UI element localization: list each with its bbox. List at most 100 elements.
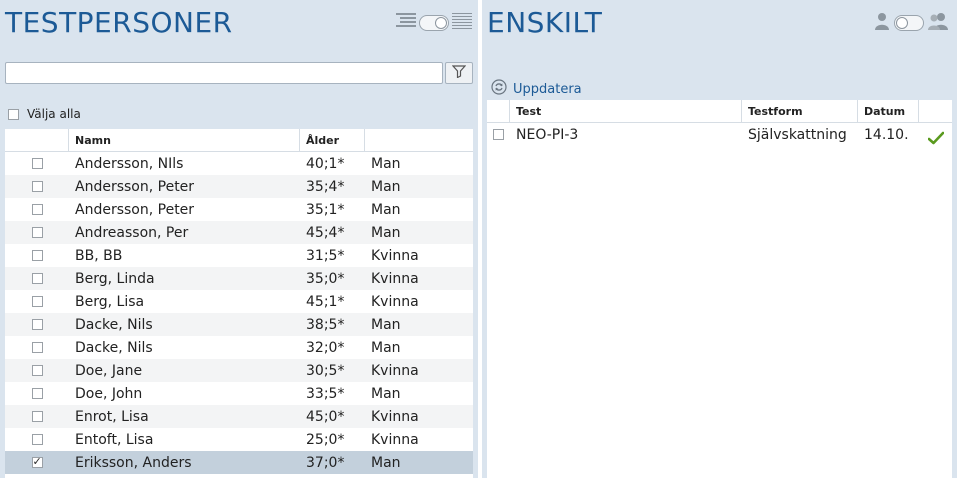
- row-checkbox[interactable]: [493, 129, 504, 140]
- person-age: 45;1*: [306, 293, 345, 310]
- row-checkbox-cell[interactable]: [5, 365, 69, 376]
- detail-list-icon[interactable]: [452, 12, 472, 34]
- row-checkbox[interactable]: [31, 411, 43, 422]
- row-checkbox[interactable]: [31, 158, 43, 169]
- person-gender: Man: [371, 339, 401, 356]
- select-all-label: Välja alla: [27, 107, 81, 121]
- row-checkbox-cell[interactable]: [5, 296, 69, 307]
- person-name: Dacke, Nils: [75, 339, 153, 356]
- row-checkbox[interactable]: [31, 204, 43, 215]
- table-row[interactable]: Andreasson, Per 45;4* Man: [5, 221, 473, 244]
- person-name: Berg, Lisa: [75, 293, 145, 310]
- checkmark-icon: [919, 125, 952, 145]
- row-checkbox[interactable]: [31, 250, 43, 261]
- select-all-checkbox[interactable]: [8, 108, 19, 120]
- row-checkbox-cell[interactable]: [5, 319, 69, 330]
- column-header-test[interactable]: Test: [510, 100, 742, 122]
- refresh-icon: [491, 79, 507, 99]
- update-button[interactable]: Uppdatera: [491, 79, 582, 99]
- row-checkbox[interactable]: [31, 181, 43, 192]
- row-checkbox[interactable]: [31, 342, 43, 353]
- table-row[interactable]: Berg, Linda 35;0* Kvinna: [5, 267, 473, 290]
- list-view-icon[interactable]: [396, 12, 416, 34]
- row-checkbox-cell[interactable]: [5, 204, 69, 215]
- person-gender: Kvinna: [371, 270, 419, 287]
- row-checkbox-cell[interactable]: [487, 129, 510, 140]
- table-row[interactable]: Eriksson, Anders 37;0* Man: [5, 451, 473, 474]
- person-age: 35;4*: [306, 178, 345, 195]
- person-gender: Man: [371, 178, 401, 195]
- view-switch[interactable]: [419, 15, 449, 31]
- table-row[interactable]: Andersson, Peter 35;4* Man: [5, 175, 473, 198]
- column-header-date[interactable]: Datum: [858, 100, 919, 122]
- view-switch[interactable]: [894, 15, 924, 31]
- filter-button[interactable]: [445, 62, 473, 84]
- row-checkbox[interactable]: [31, 434, 43, 445]
- person-age: 37;0*: [306, 454, 345, 471]
- person-gender: Man: [371, 224, 401, 241]
- row-checkbox-cell[interactable]: [5, 411, 69, 422]
- table-row[interactable]: Andersson, NIls 40;1* Man: [5, 152, 473, 175]
- row-checkbox-cell[interactable]: [5, 434, 69, 445]
- persons-table-header: Namn Ålder: [5, 129, 473, 152]
- row-checkbox-cell[interactable]: [5, 273, 69, 284]
- search-input[interactable]: [5, 62, 443, 84]
- person-gender: Kvinna: [371, 408, 419, 425]
- row-checkbox[interactable]: [31, 365, 43, 376]
- person-age: 40;1*: [306, 155, 345, 172]
- person-gender: Man: [371, 454, 401, 471]
- person-gender: Man: [371, 316, 401, 333]
- person-name: Doe, Jane: [75, 362, 143, 379]
- person-age: 25;0*: [306, 431, 345, 448]
- table-row[interactable]: Dacke, Nils 38;5* Man: [5, 313, 473, 336]
- person-age: 35;0*: [306, 270, 345, 287]
- table-row[interactable]: Doe, Jane 30;5* Kvinna: [5, 359, 473, 382]
- tests-table-header: Test Testform Datum: [487, 100, 952, 123]
- table-row[interactable]: BB, BB 31;5* Kvinna: [5, 244, 473, 267]
- row-checkbox-cell[interactable]: [5, 227, 69, 238]
- tests-table-body: NEO-PI-3 Självskattning 14.10.: [487, 123, 952, 146]
- individual-panel-title: ENSKILT: [487, 6, 603, 39]
- row-checkbox-cell[interactable]: [5, 342, 69, 353]
- table-row[interactable]: Berg, Lisa 45;1* Kvinna: [5, 290, 473, 313]
- person-name: Andersson, Peter: [75, 178, 195, 195]
- person-gender: Man: [371, 155, 401, 172]
- test-name: NEO-PI-3: [516, 126, 579, 143]
- row-checkbox-cell[interactable]: [5, 388, 69, 399]
- persons-table: Namn Ålder Andersson, NIls 40;1* Man Anders…: [5, 129, 473, 478]
- persons-view-toggle[interactable]: [396, 12, 472, 34]
- update-label: Uppdatera: [513, 81, 582, 97]
- group-people-icon[interactable]: [927, 12, 949, 34]
- individual-view-toggle[interactable]: [873, 12, 949, 34]
- select-all[interactable]: Välja alla: [8, 107, 81, 121]
- column-header-name[interactable]: Namn: [69, 129, 300, 151]
- person-name: Dacke, Nils: [75, 316, 153, 333]
- table-row[interactable]: Dacke, Nils 32;0* Man: [5, 336, 473, 359]
- row-checkbox[interactable]: [31, 296, 43, 307]
- table-row[interactable]: Entoft, Lisa 25;0* Kvinna: [5, 428, 473, 451]
- row-checkbox[interactable]: [31, 457, 43, 468]
- person-name: Entoft, Lisa: [75, 431, 154, 448]
- person-name: Andersson, Peter: [75, 201, 195, 218]
- person-gender: Kvinna: [371, 362, 419, 379]
- column-header-age[interactable]: Ålder: [300, 129, 365, 151]
- row-checkbox[interactable]: [31, 273, 43, 284]
- table-row[interactable]: Doe, John 33;5* Man: [5, 382, 473, 405]
- table-row[interactable]: NEO-PI-3 Självskattning 14.10.: [487, 123, 952, 146]
- column-header-testform[interactable]: Testform: [742, 100, 858, 122]
- table-row[interactable]: Enrot, Lisa 45;0* Kvinna: [5, 405, 473, 428]
- row-checkbox[interactable]: [31, 227, 43, 238]
- single-person-icon[interactable]: [873, 12, 891, 34]
- row-checkbox-cell[interactable]: [5, 457, 69, 468]
- column-header-gender[interactable]: [365, 129, 473, 151]
- person-name: Eriksson, Anders: [75, 454, 192, 471]
- row-checkbox[interactable]: [31, 319, 43, 330]
- person-name: Doe, John: [75, 385, 143, 402]
- row-checkbox-cell[interactable]: [5, 158, 69, 169]
- person-age: 32;0*: [306, 339, 345, 356]
- row-checkbox-cell[interactable]: [5, 181, 69, 192]
- table-row[interactable]: Andersson, Peter 35;1* Man: [5, 198, 473, 221]
- row-checkbox-cell[interactable]: [5, 250, 69, 261]
- person-gender: Kvinna: [371, 247, 419, 264]
- row-checkbox[interactable]: [31, 388, 43, 399]
